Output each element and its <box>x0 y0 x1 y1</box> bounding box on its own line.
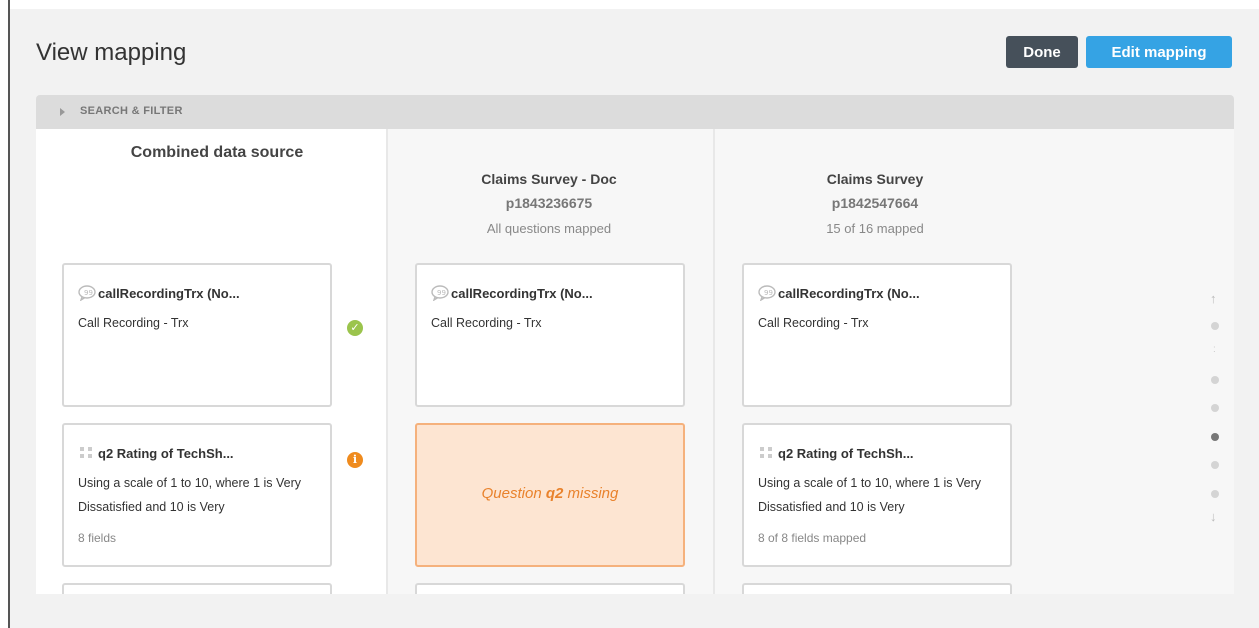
question-title: callRecordingTrx (No... <box>451 286 593 301</box>
info-circle-icon: i <box>347 452 363 468</box>
column-divider <box>386 129 388 594</box>
question-text: Using a scale of 1 to 10, where 1 is Ver… <box>78 476 302 514</box>
grid-icon <box>758 445 776 461</box>
view-mapping-dialog: View mapping Done Edit mapping SEARCH & … <box>10 9 1259 628</box>
pager-dot[interactable] <box>1211 376 1219 384</box>
question-card[interactable] <box>415 583 685 594</box>
done-button[interactable]: Done <box>1006 36 1078 68</box>
check-circle-icon: ✓ <box>347 320 363 336</box>
search-filter-toggle[interactable]: SEARCH & FILTER <box>36 95 1234 129</box>
question-card[interactable]: q2 Rating of TechSh... Using a scale of … <box>742 423 1012 567</box>
question-card[interactable]: 99 callRecordingTrx (No... Call Recordin… <box>415 263 685 407</box>
question-card[interactable] <box>62 583 332 594</box>
question-card[interactable]: 99 callRecordingTrx (No... Call Recordin… <box>742 263 1012 407</box>
column-divider <box>713 129 715 594</box>
pager-dot[interactable] <box>1211 322 1219 330</box>
question-text: Call Recording - Trx <box>431 316 542 330</box>
combined-column-title: Combined data source <box>130 144 304 161</box>
missing-question-id: q2 <box>545 485 564 502</box>
scroll-up-arrow-icon[interactable]: ↑ <box>1210 291 1217 306</box>
pager-dot[interactable] <box>1211 490 1219 498</box>
grid-icon <box>78 445 96 461</box>
source-column-header: Claims Survey - Doc p1843236675 All ques… <box>416 171 682 236</box>
source-title: Claims Survey <box>826 171 924 187</box>
page-title: View mapping <box>36 39 187 66</box>
mapping-content[interactable]: Combined data source Claims Survey - Doc… <box>36 129 1234 594</box>
svg-text:99: 99 <box>437 289 446 297</box>
question-card[interactable] <box>742 583 1012 594</box>
speech-bubble-icon: 99 <box>758 285 776 302</box>
expand-caret-icon <box>60 108 65 116</box>
missing-prefix: Question <box>481 485 546 502</box>
missing-question-text: Question q2 missing <box>417 485 683 502</box>
source-mapping-status: All questions mapped <box>486 221 612 236</box>
speech-bubble-icon: 99 <box>78 285 96 302</box>
pager-ellipsis-icon: : <box>1213 344 1216 355</box>
pager-dot[interactable] <box>1211 404 1219 412</box>
pager-dot-active[interactable] <box>1211 433 1219 441</box>
question-title: callRecordingTrx (No... <box>778 286 920 301</box>
fields-mapped-count: 8 of 8 fields mapped <box>758 531 867 545</box>
source-column-header: Claims Survey p1842547664 15 of 16 mappe… <box>742 171 1008 236</box>
question-text: Call Recording - Trx <box>758 316 869 330</box>
question-title: q2 Rating of TechSh... <box>778 446 914 461</box>
question-text: Using a scale of 1 to 10, where 1 is Ver… <box>758 476 982 514</box>
question-title: callRecordingTrx (No... <box>98 286 240 301</box>
missing-suffix: missing <box>563 485 619 502</box>
field-count: 8 fields <box>78 531 117 545</box>
question-card[interactable]: q2 Rating of TechSh... Using a scale of … <box>62 423 332 567</box>
edit-mapping-button[interactable]: Edit mapping <box>1086 36 1232 68</box>
question-text: Call Recording - Trx <box>78 316 189 330</box>
speech-bubble-icon: 99 <box>431 285 449 302</box>
source-mapping-status: 15 of 16 mapped <box>826 221 924 236</box>
missing-question-card[interactable]: Question q2 missing <box>415 423 685 567</box>
svg-text:99: 99 <box>764 289 773 297</box>
scroll-down-arrow-icon[interactable]: ↓ <box>1210 509 1217 524</box>
svg-text:99: 99 <box>84 289 93 297</box>
search-filter-label: SEARCH & FILTER <box>80 105 183 117</box>
question-card[interactable]: 99 callRecordingTrx (No... Call Recordin… <box>62 263 332 407</box>
pager-dot[interactable] <box>1211 461 1219 469</box>
source-id: p1843236675 <box>505 195 593 211</box>
question-title: q2 Rating of TechSh... <box>98 446 234 461</box>
source-id: p1842547664 <box>831 195 919 211</box>
source-title: Claims Survey - Doc <box>481 171 617 187</box>
